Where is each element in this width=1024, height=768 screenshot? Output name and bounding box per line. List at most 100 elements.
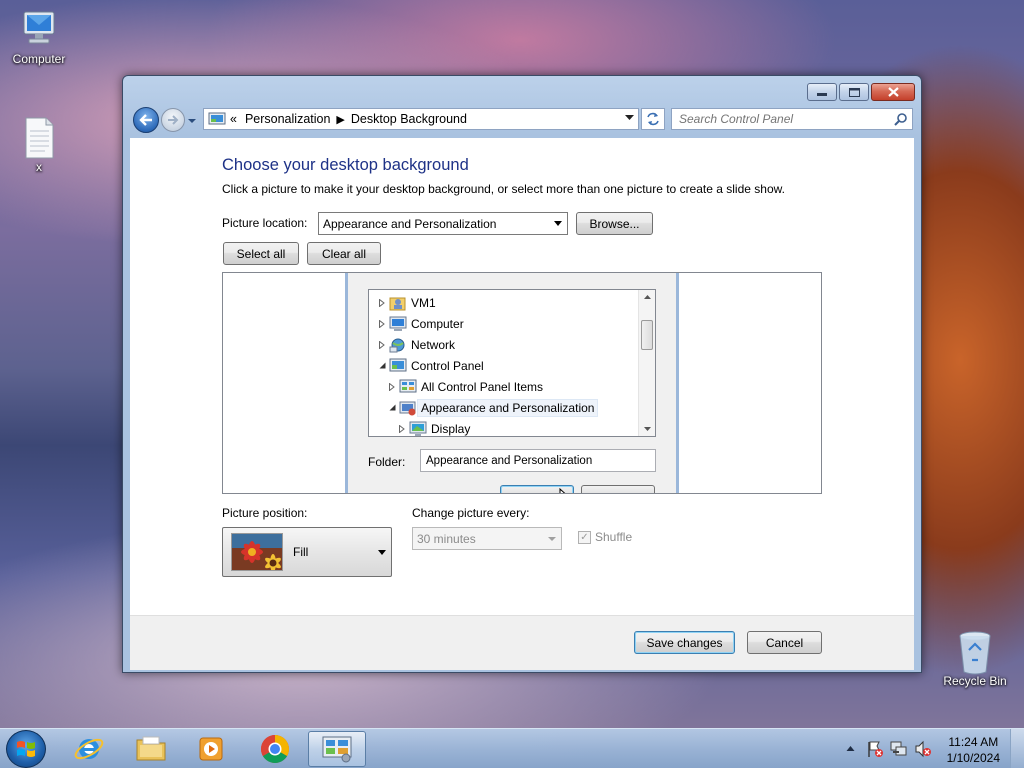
- collapse-arrow-icon[interactable]: [377, 361, 387, 371]
- control-panel-window: « Personalization ▶ Desktop Background C…: [122, 75, 922, 673]
- select-all-button[interactable]: Select all: [223, 242, 299, 265]
- chevron-down-icon[interactable]: [625, 115, 634, 121]
- refresh-icon: [647, 112, 659, 126]
- network-status-icon[interactable]: [890, 740, 908, 758]
- change-picture-label: Change picture every:: [412, 506, 530, 520]
- tree-item-label: VM1: [411, 295, 436, 310]
- clock-date: 1/10/2024: [946, 751, 1000, 765]
- control-panel-icon: [208, 112, 226, 125]
- desktop-icon-label: Computer: [12, 52, 66, 66]
- scroll-down-icon[interactable]: [639, 422, 656, 436]
- tree-item-label: Control Panel: [411, 358, 484, 373]
- expand-arrow-icon[interactable]: [387, 382, 397, 392]
- search-icon[interactable]: [894, 112, 908, 126]
- picture-location-label: Picture location:: [222, 216, 308, 230]
- notification-area: 11:24 AM 1/10/2024: [840, 729, 1024, 768]
- tree-item-control-panel[interactable]: Control Panel: [377, 355, 484, 376]
- appearance-icon: [399, 401, 416, 415]
- tree-item-network[interactable]: Network: [377, 334, 455, 355]
- computer-icon: [389, 316, 407, 331]
- maximize-button[interactable]: [839, 83, 869, 101]
- chrome-icon: [261, 735, 289, 763]
- tree-item-vm1[interactable]: VM1: [377, 292, 436, 313]
- clock-time: 11:24 AM: [948, 735, 999, 749]
- cancel-button[interactable]: Cancel: [747, 631, 822, 654]
- search-input[interactable]: [672, 109, 882, 129]
- shuffle-checkbox[interactable]: ✓ Shuffle: [578, 530, 632, 544]
- tree-item-display[interactable]: Display: [397, 418, 471, 436]
- arrow-right-icon: [168, 115, 179, 125]
- forward-button[interactable]: [161, 108, 185, 132]
- breadcrumb-overflow[interactable]: «: [230, 112, 237, 126]
- close-button[interactable]: [871, 83, 915, 101]
- expand-arrow-icon[interactable]: [377, 319, 387, 329]
- tree-item-label: All Control Panel Items: [421, 379, 544, 394]
- flower-thumbnail-icon: [231, 533, 283, 571]
- breadcrumb-separator-icon[interactable]: ▶: [336, 113, 344, 126]
- address-bar[interactable]: « Personalization ▶ Desktop Background: [203, 108, 639, 130]
- expand-arrow-icon[interactable]: [377, 298, 387, 308]
- change-interval-select[interactable]: 30 minutes: [412, 527, 562, 550]
- picture-position-value: Fill: [293, 545, 309, 559]
- folder-tree[interactable]: VM1 Computer Network Control Panel All C…: [368, 289, 656, 437]
- internet-explorer-icon: [74, 738, 104, 760]
- search-box[interactable]: [671, 108, 913, 130]
- taskbar-file-explorer[interactable]: [122, 731, 180, 767]
- dialog-cancel-button[interactable]: [581, 485, 655, 493]
- tree-item-label: Display: [431, 421, 471, 436]
- picture-position-select[interactable]: Fill: [222, 527, 392, 577]
- recent-pages-button[interactable]: [187, 115, 197, 125]
- start-button[interactable]: [6, 730, 46, 768]
- tree-item-all-control-panel-items[interactable]: All Control Panel Items: [387, 376, 543, 397]
- breadcrumb-desktop-background[interactable]: Desktop Background: [351, 112, 467, 126]
- expand-arrow-icon[interactable]: [377, 340, 387, 350]
- scrollbar-thumb[interactable]: [641, 320, 653, 350]
- action-center-flag-icon[interactable]: [866, 740, 884, 758]
- desktop-icon-file-x[interactable]: x: [1, 116, 77, 174]
- picture-list[interactable]: VM1 Computer Network Control Panel All C…: [222, 272, 822, 494]
- tree-item-label: Network: [411, 337, 456, 352]
- minimize-button[interactable]: [807, 83, 837, 101]
- picture-position-label: Picture position:: [222, 506, 308, 520]
- save-changes-button[interactable]: Save changes: [634, 631, 735, 654]
- breadcrumb-personalization[interactable]: Personalization: [245, 112, 330, 126]
- chevron-down-icon: [548, 537, 556, 541]
- taskbar-control-panel[interactable]: [308, 731, 366, 767]
- show-hidden-icons-icon[interactable]: [846, 745, 855, 752]
- page-title: Choose your desktop background: [222, 156, 469, 174]
- desktop-icon-label: Recycle Bin: [943, 674, 1007, 688]
- show-desktop-button[interactable]: [1010, 729, 1024, 768]
- taskbar-clock[interactable]: 11:24 AM 1/10/2024: [947, 734, 1000, 766]
- browse-button[interactable]: Browse...: [576, 212, 653, 235]
- clear-all-button[interactable]: Clear all: [307, 242, 381, 265]
- arrow-left-icon: [139, 114, 152, 126]
- refresh-button[interactable]: [641, 108, 665, 130]
- navigation-bar: « Personalization ▶ Desktop Background: [131, 106, 913, 134]
- tree-item-computer[interactable]: Computer: [377, 313, 464, 334]
- collapse-arrow-icon[interactable]: [387, 403, 397, 413]
- control-panel-icon: [322, 736, 352, 763]
- folder-field[interactable]: [420, 449, 656, 472]
- computer-icon: [19, 8, 59, 48]
- recycle-bin-icon: [955, 630, 995, 675]
- network-icon: [389, 338, 405, 352]
- expand-arrow-icon[interactable]: [397, 424, 407, 434]
- desktop-icon-recycle-bin[interactable]: Recycle Bin: [937, 630, 1013, 688]
- display-icon: [409, 421, 427, 436]
- caption-buttons: [807, 83, 915, 101]
- back-button[interactable]: [133, 107, 159, 133]
- taskbar-internet-explorer[interactable]: [60, 731, 118, 767]
- picture-location-select[interactable]: Appearance and Personalization: [318, 212, 568, 235]
- minimize-icon: [817, 93, 827, 96]
- scroll-up-icon[interactable]: [639, 290, 656, 304]
- taskbar-chrome[interactable]: [246, 731, 304, 767]
- checkmark-icon[interactable]: ✓: [578, 530, 591, 544]
- tree-scrollbar[interactable]: [638, 290, 655, 436]
- browse-folder-dialog: VM1 Computer Network Control Panel All C…: [345, 273, 679, 493]
- volume-muted-icon[interactable]: [914, 740, 932, 758]
- taskbar-media-player[interactable]: [182, 731, 240, 767]
- desktop-icon-computer[interactable]: Computer: [1, 8, 77, 66]
- tree-item-label: Computer: [411, 316, 464, 331]
- tree-item-appearance-and-personalization[interactable]: Appearance and Personalization: [387, 397, 599, 418]
- chevron-down-icon: [188, 119, 196, 123]
